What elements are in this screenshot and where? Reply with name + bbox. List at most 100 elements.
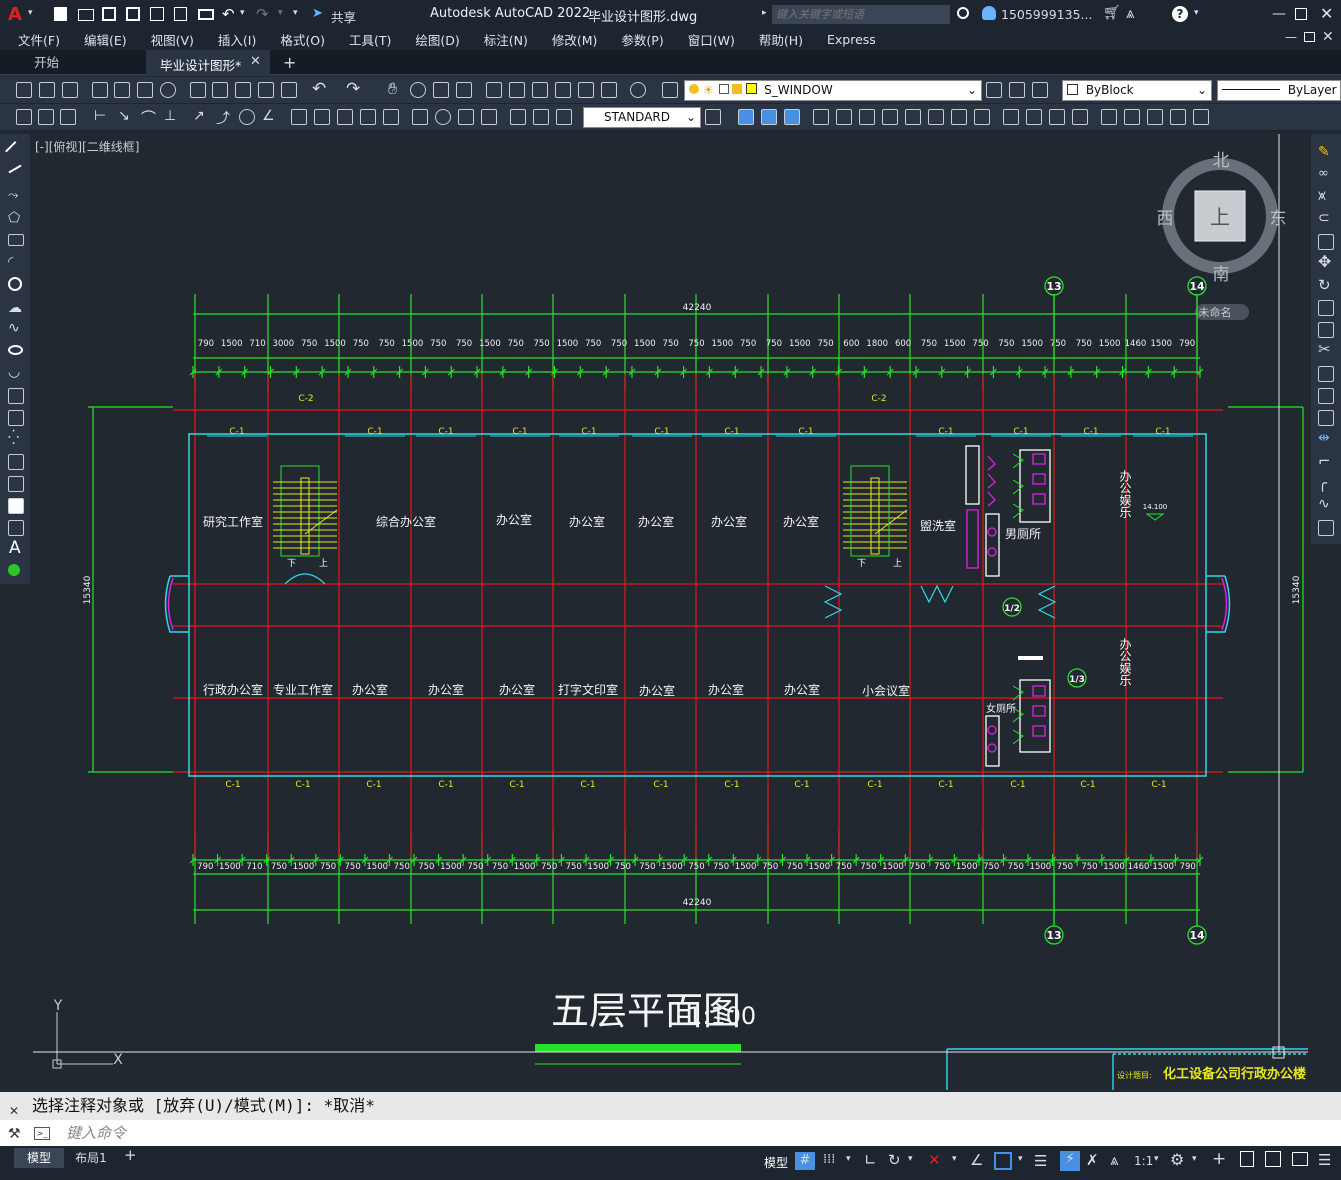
qat-redo-icon[interactable]: ↷ [256, 5, 269, 23]
point-icon[interactable]: ⁛ [8, 430, 19, 446]
help-icon[interactable]: ? [1172, 6, 1188, 22]
qat-undo-chevron-icon[interactable]: ▾ [240, 8, 245, 18]
quick-dim-icon[interactable] [291, 109, 307, 125]
undo-icon[interactable]: ↶ [312, 79, 326, 99]
dimstyle-icon[interactable] [705, 109, 721, 125]
make-current-icon[interactable] [986, 82, 1002, 98]
view-back-icon[interactable] [761, 109, 777, 125]
menu-draw[interactable]: 绘图(D) [403, 30, 471, 49]
tab-layout1[interactable]: 布局1 [66, 1148, 116, 1168]
hidden-icon[interactable] [1026, 109, 1042, 125]
customize-status-icon[interactable]: ☰ [1318, 1151, 1331, 1169]
save-icon[interactable] [62, 82, 78, 98]
model-space-button[interactable]: 模型 [764, 1154, 788, 1171]
menu-view[interactable]: 视图(V) [139, 30, 206, 49]
trim-icon[interactable]: ✂ [1318, 340, 1331, 358]
dim-edit-icon[interactable] [510, 109, 526, 125]
calculator-icon[interactable] [601, 82, 617, 98]
ucs-icon[interactable] [813, 109, 829, 125]
dim-diameter-icon[interactable] [239, 109, 255, 125]
snap-chevron-icon[interactable]: ▾ [846, 1154, 851, 1164]
menu-tools[interactable]: 工具(T) [337, 30, 403, 49]
isodraft-chevron-icon[interactable]: ▾ [952, 1154, 957, 1164]
join-icon[interactable]: ⇹ [1318, 430, 1330, 446]
snap-icon[interactable]: ⁞⁞⁞ [823, 1152, 835, 1167]
command-close-icon[interactable]: ✕ [9, 1104, 19, 1118]
blend-icon[interactable]: ∿ [1318, 496, 1330, 512]
dim-update-icon[interactable] [556, 109, 572, 125]
qat-open-icon[interactable] [78, 9, 94, 21]
inspection-icon[interactable] [458, 109, 474, 125]
app-menu-chevron-icon[interactable]: ▾ [28, 8, 33, 18]
shaded-icon[interactable] [1049, 109, 1065, 125]
region-icon[interactable] [8, 498, 24, 514]
publish-icon[interactable] [137, 82, 153, 98]
doc-minimize-icon[interactable]: — [1285, 30, 1297, 44]
array-icon[interactable] [1318, 234, 1334, 250]
view-front-icon[interactable] [738, 109, 754, 125]
osnap-chevron-icon[interactable]: ▾ [1018, 1154, 1023, 1164]
auto-scale-icon[interactable]: ✗ [1086, 1151, 1099, 1169]
center-mark-icon[interactable] [435, 109, 451, 125]
units-icon[interactable] [1240, 1151, 1254, 1167]
viewports-icon[interactable] [1124, 109, 1140, 125]
polyline-icon[interactable]: ⤳ [8, 188, 18, 203]
orbit-icon[interactable] [1193, 109, 1209, 125]
polygon-icon[interactable]: ⬠ [8, 210, 20, 226]
qat-redo-chevron-icon[interactable]: ▾ [278, 8, 283, 18]
visual-style-icon[interactable] [1003, 109, 1019, 125]
table-icon[interactable] [8, 520, 24, 536]
qat-customize-chevron-icon[interactable]: ▾ [293, 8, 298, 18]
fullscreen-icon[interactable] [1292, 1152, 1308, 1166]
sheet-set-icon[interactable] [555, 82, 571, 98]
dim-linear-icon[interactable] [38, 109, 54, 125]
plot-icon[interactable] [92, 82, 108, 98]
dim-baseline-icon[interactable] [314, 109, 330, 125]
user-name[interactable]: 1505999135... [1001, 7, 1092, 22]
command-options-icon[interactable]: ⚒ [8, 1126, 21, 1142]
menu-modify[interactable]: 修改(M) [540, 30, 610, 49]
autodesk-app-icon[interactable]: ⩓ [1126, 4, 1134, 22]
qat-undo-icon[interactable]: ↶ [222, 5, 235, 23]
doc-restore-icon[interactable] [1304, 32, 1315, 42]
layer-lock-icon[interactable] [732, 84, 743, 94]
dim-space-icon[interactable] [360, 109, 376, 125]
doc-close-icon[interactable]: ✕ [1322, 29, 1334, 45]
search-icon[interactable] [957, 7, 969, 19]
layer-dropdown[interactable]: ☀ S_WINDOW ⌄ [684, 80, 982, 101]
dim-linear2-icon[interactable]: ⊢ [94, 108, 106, 124]
help-toolbar-icon[interactable] [630, 82, 646, 98]
search-expand-icon[interactable]: ▸ [762, 8, 767, 18]
line-icon[interactable] [5, 141, 25, 161]
ucs-view-icon[interactable] [905, 109, 921, 125]
menu-format[interactable]: 格式(O) [268, 30, 337, 49]
ellipse-icon[interactable] [8, 345, 23, 355]
menu-window[interactable]: 窗口(W) [676, 30, 747, 49]
make-block-icon[interactable] [8, 410, 24, 426]
qat-print-icon[interactable] [198, 9, 214, 20]
dim-angular-icon[interactable]: ∠ [262, 108, 275, 124]
dim-aligned-icon[interactable] [60, 109, 76, 125]
match-properties-icon[interactable] [258, 82, 274, 98]
layer-vp-freeze-icon[interactable] [718, 84, 729, 94]
copy-object-icon[interactable]: ∞ [1318, 166, 1329, 181]
linetype-dropdown[interactable]: ByLayer [1217, 80, 1341, 101]
ellipse-arc-icon[interactable]: ◡ [8, 364, 20, 380]
ucs-origin-icon[interactable] [836, 109, 852, 125]
dim-break-icon[interactable] [383, 109, 399, 125]
close-icon[interactable]: ✕ [1320, 4, 1333, 23]
3dprint-icon[interactable] [160, 82, 176, 98]
ucs-z-icon[interactable] [974, 109, 990, 125]
tab-close-icon[interactable]: ✕ [250, 54, 261, 69]
revcloud-icon[interactable]: ☁︎ [8, 300, 22, 316]
layer-on-icon[interactable] [689, 84, 699, 94]
extend-icon[interactable] [1318, 366, 1334, 382]
ucs-y-icon[interactable] [951, 109, 967, 125]
menu-help[interactable]: 帮助(H) [747, 30, 815, 49]
tab-start[interactable]: 开始 [22, 50, 142, 76]
realistic-icon[interactable] [1072, 109, 1088, 125]
command-prompt-icon[interactable]: >_ [34, 1127, 50, 1140]
open-icon[interactable] [39, 82, 55, 98]
move-icon[interactable]: ✥ [1318, 252, 1331, 271]
stretch-icon[interactable] [1318, 322, 1334, 338]
